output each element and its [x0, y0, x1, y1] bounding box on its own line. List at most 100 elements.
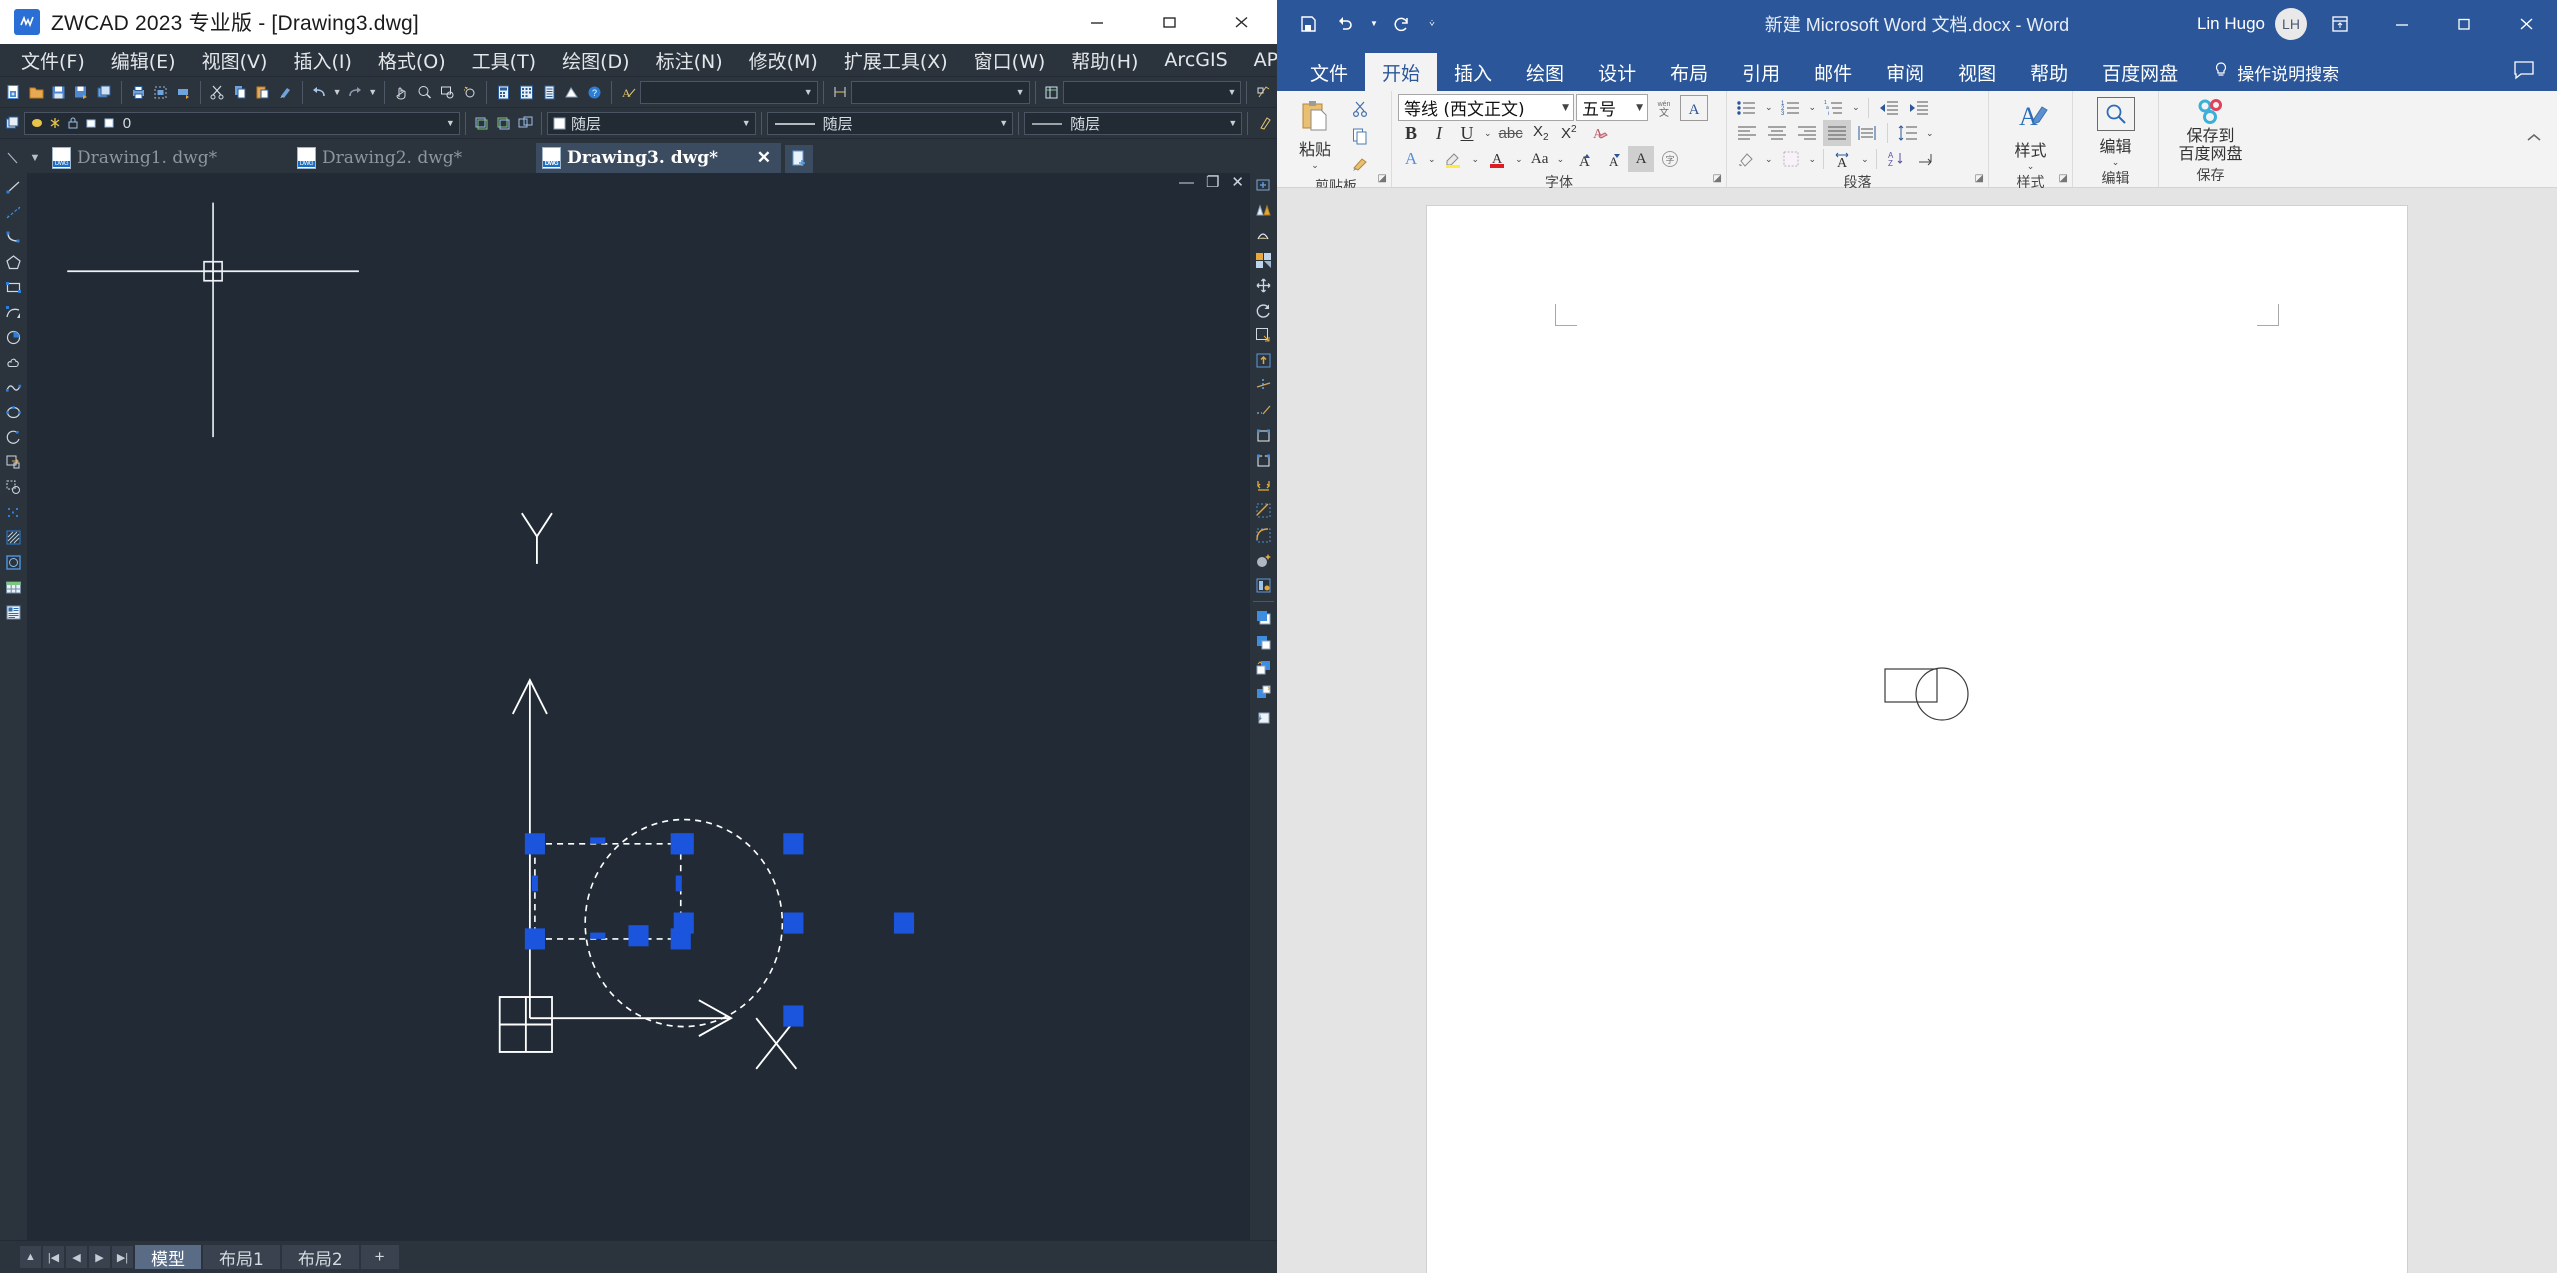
chevron-down-icon[interactable]: ⌄: [2027, 161, 2035, 172]
chevron-down-icon[interactable]: ▼: [1227, 87, 1236, 97]
match-properties-icon[interactable]: [274, 80, 297, 105]
enclose-characters-icon[interactable]: 字: [1656, 146, 1684, 172]
word-minimize-button[interactable]: [2371, 0, 2433, 47]
copy-icon[interactable]: [1347, 123, 1373, 149]
zwcad-close-button[interactable]: [1205, 0, 1277, 44]
tell-me-search[interactable]: 操作说明搜索: [2195, 53, 2349, 91]
point-icon[interactable]: [1, 500, 26, 525]
menu-express-tools[interactable]: 扩展工具(X): [831, 44, 961, 77]
bring-to-front-icon[interactable]: [1251, 605, 1276, 630]
ellipse-icon[interactable]: [1, 400, 26, 425]
undo-icon[interactable]: [308, 80, 331, 105]
save-icon[interactable]: [1291, 7, 1325, 41]
text-style-combo[interactable]: ▼: [639, 80, 818, 104]
underline-dropdown-icon[interactable]: ⌄: [1482, 128, 1494, 139]
align-center-icon[interactable]: [1763, 120, 1791, 146]
table-icon[interactable]: [1, 575, 26, 600]
tab-insert[interactable]: 插入: [1437, 53, 1509, 91]
ribbon-display-options-icon[interactable]: [2309, 0, 2371, 47]
document-page[interactable]: [1427, 206, 2407, 1273]
justify-icon[interactable]: [1823, 120, 1851, 146]
tabs-menu-icon[interactable]: ▼: [24, 143, 46, 173]
color-control-combo[interactable]: 随层 ▼: [546, 111, 756, 135]
chamfer-icon[interactable]: [1251, 498, 1276, 523]
character-shading-icon[interactable]: A: [1628, 146, 1655, 172]
send-to-back-icon[interactable]: [1251, 630, 1276, 655]
menu-view[interactable]: 视图(V): [189, 44, 281, 77]
cut-icon[interactable]: [206, 80, 229, 105]
increase-indent-icon[interactable]: [1905, 95, 1933, 121]
strikethrough-icon[interactable]: abc: [1496, 120, 1526, 146]
sheet-prev-button[interactable]: ◀: [66, 1246, 87, 1268]
borders-icon[interactable]: [1777, 146, 1805, 172]
document-tab-drawing2[interactable]: Drawing2. dwg*: [291, 143, 536, 173]
calculator-icon[interactable]: [492, 80, 515, 105]
zwcad-maximize-button[interactable]: [1133, 0, 1205, 44]
document-tab-drawing3[interactable]: Drawing3. dwg* ✕: [536, 143, 781, 173]
chevron-down-icon[interactable]: ▼: [742, 118, 751, 128]
open-folder-icon[interactable]: [25, 80, 48, 105]
chevron-down-icon[interactable]: ▼: [446, 118, 455, 128]
multileader-style-icon[interactable]: [1252, 80, 1275, 105]
shading-icon[interactable]: [1733, 146, 1761, 172]
clipboard-dialog-launcher[interactable]: ◪: [1378, 173, 1387, 184]
paste-button[interactable]: 粘贴 ⌄: [1287, 94, 1343, 176]
tab-view[interactable]: 视图: [1941, 53, 2013, 91]
menu-help[interactable]: 帮助(H): [1058, 44, 1151, 77]
new-file-icon[interactable]: [2, 80, 25, 105]
tab-layout[interactable]: 布局: [1653, 53, 1725, 91]
tab-baidu-netdisk[interactable]: 百度网盘: [2085, 53, 2195, 91]
font-size-combo[interactable]: 五号 ▼: [1576, 94, 1648, 121]
format-painter-icon[interactable]: [1347, 150, 1373, 176]
asian-layout-dropdown-icon[interactable]: ⌄: [1859, 154, 1871, 165]
character-border-icon[interactable]: A: [1680, 94, 1708, 121]
zoom-realtime-icon[interactable]: [413, 80, 436, 105]
rotate-icon[interactable]: [1251, 298, 1276, 323]
polyline-icon[interactable]: [1, 225, 26, 250]
tab-mailings[interactable]: 邮件: [1797, 53, 1869, 91]
draw-order-icon[interactable]: [1251, 705, 1276, 730]
copy-icon[interactable]: [229, 80, 252, 105]
multilevel-list-icon[interactable]: 1ai: [1820, 95, 1848, 121]
design-center-icon[interactable]: [515, 80, 538, 105]
properties-icon[interactable]: [538, 80, 561, 105]
new-drawing-tab-icon[interactable]: [785, 145, 813, 173]
underline-icon[interactable]: U: [1454, 120, 1480, 146]
bold-icon[interactable]: B: [1398, 120, 1424, 146]
ellipse-arc-icon[interactable]: [1, 425, 26, 450]
drawing-canvas[interactable]: [27, 173, 1250, 1240]
change-case-dropdown-icon[interactable]: ⌄: [1555, 154, 1567, 165]
layer-control-combo[interactable]: 0 ▼: [23, 111, 460, 135]
arc-icon[interactable]: [1, 300, 26, 325]
hatch-icon[interactable]: [1, 525, 26, 550]
font-name-combo[interactable]: 等线 (西文正文) ▼: [1398, 94, 1574, 121]
plot-to-file-icon[interactable]: [172, 80, 195, 105]
text-style-icon[interactable]: A: [617, 80, 640, 105]
borders-dropdown-icon[interactable]: ⌄: [1807, 154, 1819, 165]
save-icon[interactable]: [48, 80, 71, 105]
dimension-style-combo[interactable]: ▼: [851, 80, 1030, 104]
word-document-area[interactable]: [1277, 188, 2557, 1273]
zoom-window-icon[interactable]: [436, 80, 459, 105]
distributed-icon[interactable]: [1853, 120, 1881, 146]
lineweight-control-combo[interactable]: 随层 ▼: [1024, 111, 1243, 135]
fillet-icon[interactable]: [1251, 523, 1276, 548]
asian-layout-icon[interactable]: A: [1829, 146, 1857, 172]
zoom-previous-icon[interactable]: [458, 80, 481, 105]
chevron-down-icon[interactable]: ▼: [804, 87, 813, 97]
mdi-minimize-button[interactable]: —: [1179, 175, 1194, 190]
subscript-icon[interactable]: X2: [1528, 120, 1554, 146]
account-info[interactable]: Lin Hugo LH: [2197, 0, 2307, 47]
undo-dropdown-icon[interactable]: ▼: [331, 80, 344, 105]
numbering-dropdown-icon[interactable]: ⌄: [1807, 102, 1819, 113]
mdi-close-button[interactable]: ✕: [1231, 175, 1244, 190]
font-color-icon[interactable]: A: [1483, 146, 1511, 172]
make-object-layer-current-icon[interactable]: [471, 111, 493, 136]
undo-icon[interactable]: [1329, 7, 1363, 41]
offset-icon[interactable]: [1251, 248, 1276, 273]
pasted-drawing[interactable]: [1882, 661, 2002, 746]
chevron-down-icon[interactable]: ⌄: [2112, 157, 2120, 168]
sheet-next-button[interactable]: ▶: [89, 1246, 110, 1268]
tab-home[interactable]: 开始: [1365, 53, 1438, 91]
chevron-down-icon[interactable]: ▼: [1562, 103, 1569, 113]
